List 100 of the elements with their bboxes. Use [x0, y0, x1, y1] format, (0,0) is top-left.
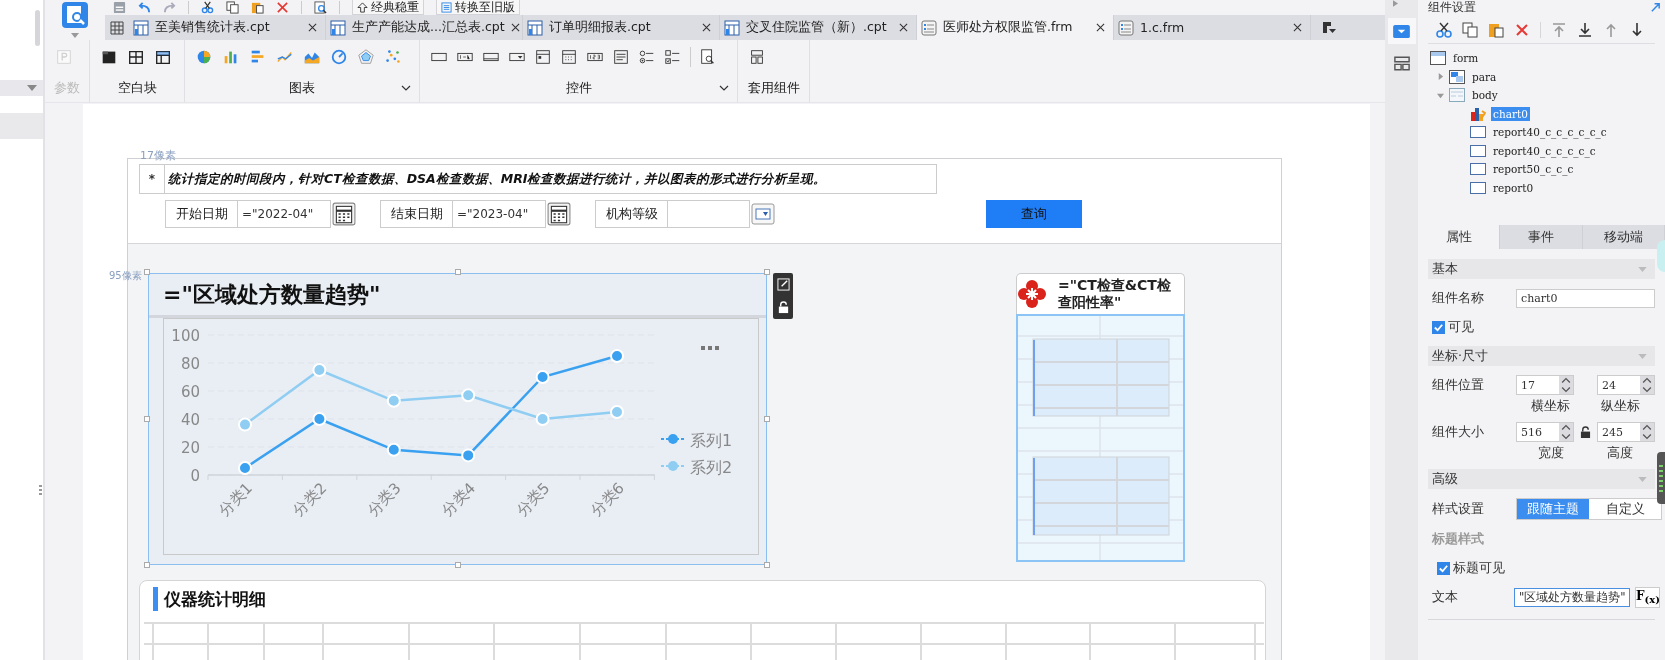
chevron-down-icon[interactable]	[719, 85, 729, 91]
paste-icon[interactable]	[1488, 22, 1504, 38]
layout-icon[interactable]	[748, 48, 766, 66]
move-to-top-icon[interactable]	[1551, 22, 1567, 38]
expand-icon[interactable]	[1650, 1, 1661, 13]
number-spinner[interactable]: 516	[1516, 422, 1574, 442]
delete-icon[interactable]	[1514, 22, 1530, 38]
splitter-grip[interactable]	[39, 485, 42, 497]
resize-handle[interactable]	[764, 269, 770, 275]
tree-item[interactable]: report0	[1491, 180, 1536, 195]
checkbox[interactable]	[1437, 561, 1450, 575]
lock-icon[interactable]	[776, 301, 790, 314]
move-down-icon[interactable]	[1629, 22, 1645, 38]
more-icon[interactable]	[701, 346, 719, 350]
filter-label: 机构等级	[595, 200, 668, 228]
radio-group-widget-icon[interactable]	[638, 48, 656, 66]
section-header[interactable]: 高级	[1428, 469, 1655, 489]
cut-icon[interactable]	[201, 1, 214, 14]
number-spinner[interactable]: 24	[1597, 375, 1655, 395]
pie-chart-icon[interactable]	[195, 48, 213, 66]
chevron-down-icon[interactable]	[401, 85, 411, 91]
resize-handle[interactable]	[144, 269, 150, 275]
app-logo-icon[interactable]	[62, 2, 88, 28]
name-field[interactable]: chart0	[1516, 288, 1655, 308]
section-header[interactable]: 坐标·尺寸	[1428, 346, 1655, 366]
expand-toggle-icon[interactable]	[1437, 73, 1444, 81]
axis-tick-label: 20	[180, 439, 200, 457]
template-button[interactable]: 经典稳重	[352, 0, 424, 15]
dropdown-icon[interactable]	[751, 202, 775, 226]
cut-icon[interactable]	[1436, 22, 1452, 38]
file-tab[interactable]: 医师处方权限监管.frm	[917, 15, 1114, 40]
checkbox-group-widget-icon[interactable]	[664, 48, 682, 66]
combo-field[interactable]	[668, 200, 750, 228]
close-icon[interactable]	[1096, 23, 1105, 32]
component-settings-button[interactable]	[1387, 18, 1416, 44]
radar-chart-icon[interactable]	[357, 48, 375, 66]
number-spinner[interactable]: 245	[1597, 422, 1655, 442]
scrollbar[interactable]	[35, 10, 40, 46]
side-handle[interactable]	[1657, 452, 1665, 504]
preview-search-icon[interactable]	[699, 48, 717, 66]
tree-item[interactable]: body	[1470, 88, 1500, 103]
resize-handle[interactable]	[454, 562, 461, 568]
panel-tab[interactable]: 事件	[1500, 225, 1583, 249]
checkbox[interactable]	[1432, 320, 1445, 334]
close-icon[interactable]	[510, 23, 520, 32]
gauge-chart-icon[interactable]	[330, 48, 348, 66]
close-icon[interactable]	[899, 23, 908, 32]
resize-handle[interactable]	[144, 416, 150, 422]
delete-icon[interactable]	[276, 1, 289, 14]
property-label: 组件大小	[1432, 423, 1485, 441]
layout-icon[interactable]	[1393, 56, 1410, 71]
text-area-widget-icon[interactable]	[612, 48, 630, 66]
date-field[interactable]: ="2022-04"	[238, 200, 331, 228]
copy-icon[interactable]	[226, 1, 239, 14]
number-spinner[interactable]: 17	[1516, 375, 1574, 395]
caret-icon[interactable]	[1393, 0, 1398, 7]
close-icon[interactable]	[308, 23, 317, 32]
query-button[interactable]: 查询	[986, 200, 1082, 228]
text-field[interactable]: "区域处方数量趋势"	[1514, 588, 1630, 607]
report-node-icon	[1470, 125, 1486, 140]
formula-button[interactable]: F$_{(x)}$	[1635, 587, 1660, 608]
convert-button[interactable]: 转换至旧版	[436, 0, 520, 15]
table-block-icon[interactable]	[154, 48, 172, 66]
expand-toggle-icon[interactable]	[1437, 91, 1444, 99]
close-icon[interactable]	[1293, 23, 1302, 32]
panel-widget-icon[interactable]	[534, 48, 552, 66]
tree-item[interactable]: report40_c_c_c_c_c_c	[1491, 125, 1609, 140]
caret-icon[interactable]	[71, 33, 79, 38]
resize-handle[interactable]	[764, 562, 770, 568]
caret-icon[interactable]	[27, 85, 37, 91]
resize-handle[interactable]	[144, 562, 150, 568]
resize-handle[interactable]	[454, 269, 461, 275]
redo-icon[interactable]	[163, 1, 176, 14]
lock-icon[interactable]	[1580, 425, 1591, 439]
calendar-widget-icon[interactable]	[560, 48, 578, 66]
tree-item[interactable]: report50_c_c_c	[1491, 162, 1576, 177]
undo-icon[interactable]	[138, 1, 151, 14]
edit-icon[interactable]	[776, 278, 790, 291]
tree-item[interactable]: report40_c_c_c_c_c	[1491, 143, 1598, 158]
scatter-chart-icon[interactable]	[384, 48, 402, 66]
panel-tab[interactable]: 移动端	[1582, 225, 1665, 249]
grid-block-icon[interactable]	[127, 48, 145, 66]
close-icon[interactable]	[702, 23, 711, 32]
resize-handle[interactable]	[764, 416, 770, 422]
tree-item[interactable]: form	[1451, 51, 1481, 66]
date-field[interactable]: ="2023-04"	[453, 200, 546, 228]
paste-icon[interactable]	[251, 1, 264, 14]
segment-option[interactable]: 自定义	[1589, 499, 1661, 519]
chart-component[interactable]: ="区域处方数量趋势" 0 20 40 60 80 100 分类1 分类2 分类3 分类4 分类5 分类6 系列1 系列2	[148, 273, 767, 565]
copy-icon[interactable]	[1462, 22, 1478, 38]
preview-icon[interactable]	[314, 1, 327, 14]
grid-icon[interactable]	[110, 20, 124, 35]
data-point	[535, 370, 550, 384]
calendar-icon[interactable]	[332, 202, 356, 226]
tree-item[interactable]: para	[1470, 69, 1499, 84]
save-icon[interactable]	[113, 1, 126, 14]
section-header[interactable]: 基本	[1428, 259, 1655, 279]
move-to-bottom-icon[interactable]	[1577, 22, 1593, 38]
calendar-icon[interactable]	[547, 202, 571, 226]
tab-list-dropdown-icon[interactable]	[1321, 19, 1337, 36]
